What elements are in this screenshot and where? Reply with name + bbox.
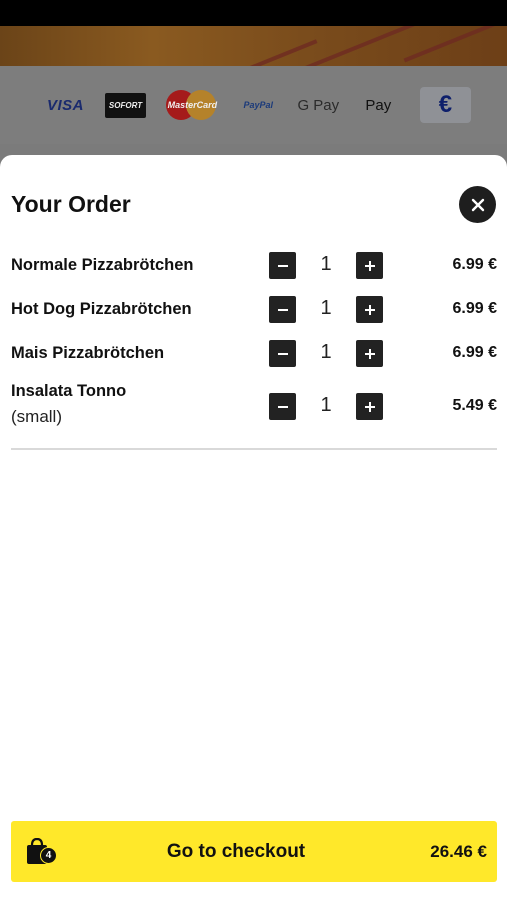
plus-icon [364, 260, 375, 271]
quantity-value: 1 [320, 341, 332, 363]
item-name: Normale Pizzabrötchen [11, 256, 194, 274]
plus-icon [364, 401, 375, 412]
apple-pay-logo: Pay [365, 96, 392, 114]
euro-cash-logo: € [419, 87, 471, 123]
item-variant: (small) [11, 407, 62, 426]
paypal-logo: PayPal [243, 100, 274, 110]
status-bar [0, 0, 507, 26]
quantity-value: 1 [320, 394, 332, 416]
increase-quantity-button[interactable] [356, 252, 383, 279]
order-item: Normale Pizzabrötchen 1 6.99 € [11, 252, 497, 279]
item-name: Hot Dog Pizzabrötchen [11, 300, 192, 318]
checkout-button[interactable]: 4 Go to checkout 26.46 € [11, 821, 497, 882]
order-item: Hot Dog Pizzabrötchen 1 6.99 € [11, 296, 497, 323]
minus-icon [277, 308, 288, 311]
item-price: 6.99 € [452, 344, 497, 361]
minus-icon [277, 405, 288, 408]
google-pay-logo: G Pay [297, 96, 340, 114]
sofort-logo: SOFORT [95, 87, 156, 123]
quantity-value: 1 [320, 253, 332, 275]
decrease-quantity-button[interactable] [269, 393, 296, 420]
visa-logo: VISA [47, 96, 85, 114]
item-price: 6.99 € [452, 300, 497, 317]
close-button[interactable] [459, 186, 496, 223]
close-icon [471, 198, 484, 211]
checkout-total: 26.46 € [430, 842, 487, 861]
checkout-label: Go to checkout [166, 841, 306, 862]
increase-quantity-button[interactable] [356, 393, 383, 420]
minus-icon [277, 264, 288, 267]
item-price: 6.99 € [452, 256, 497, 273]
plus-icon [364, 304, 375, 315]
decrease-quantity-button[interactable] [269, 296, 296, 323]
order-title: Your Order [11, 191, 131, 217]
plus-icon [364, 348, 375, 359]
increase-quantity-button[interactable] [356, 296, 383, 323]
increase-quantity-button[interactable] [356, 340, 383, 367]
order-item: Insalata Tonno (small) 1 5.49 € [11, 382, 497, 432]
divider [11, 448, 497, 450]
item-name: Insalata Tonno (small) [11, 382, 127, 426]
item-name: Mais Pizzabrötchen [11, 344, 165, 362]
order-item: Mais Pizzabrötchen 1 6.99 € [11, 340, 497, 367]
minus-icon [277, 352, 288, 355]
mastercard-logo: MasterCard [156, 87, 229, 123]
payment-methods-bar: VISA SOFORT MasterCard PayPal G Pay Pay … [0, 66, 507, 144]
item-price: 5.49 € [452, 397, 497, 414]
hero-image [0, 26, 507, 66]
order-sheet: Your Order Normale Pizzabrötchen 1 6.99 … [0, 155, 507, 900]
decrease-quantity-button[interactable] [269, 340, 296, 367]
quantity-value: 1 [320, 297, 332, 319]
decrease-quantity-button[interactable] [269, 252, 296, 279]
